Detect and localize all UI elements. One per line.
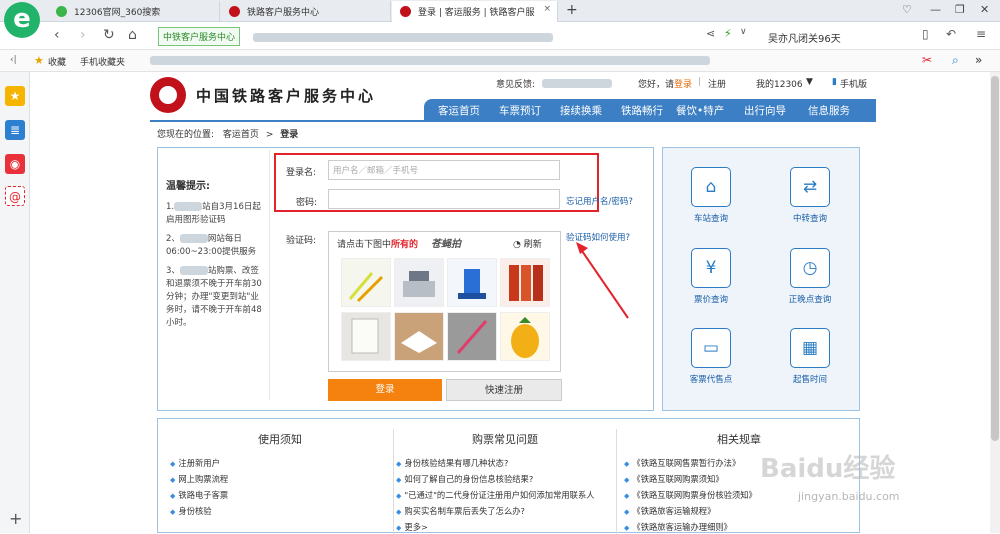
column-divider — [616, 429, 617, 534]
sale-time-icon: ▦ — [790, 328, 830, 368]
service-price[interactable]: ¥ 票价查询 — [676, 248, 746, 305]
rules-link[interactable]: 《铁路旅客运输办理细则》 — [624, 521, 854, 533]
notice-link[interactable]: 身份核验 — [170, 505, 390, 517]
faq-link[interactable]: "已通过"的二代身份证注册用户如何添加常用联系人 — [396, 489, 614, 501]
service-sale-time[interactable]: ▦ 起售时间 — [775, 328, 845, 385]
info-section: 使用须知 注册新用户 网上购票流程 铁路电子客票 身份核验 购票常见问题 身份核… — [157, 418, 860, 534]
service-transfer[interactable]: ⇄ 中转查询 — [775, 167, 845, 224]
price-icon: ¥ — [691, 248, 731, 288]
faq-more-link[interactable]: 更多> — [396, 521, 614, 533]
faq-link[interactable]: 身份核验结果有哪几种状态? — [396, 457, 614, 469]
browser-logo-icon[interactable]: e — [4, 2, 40, 38]
faq-link[interactable]: 购买实名制车票后丢失了怎么办? — [396, 505, 614, 517]
faq-link[interactable]: 如何了解自己的身份信息核验结果? — [396, 473, 614, 485]
faq-column: 购票常见问题 身份核验结果有哪几种状态? 如何了解自己的身份信息核验结果? "已… — [396, 419, 614, 534]
notice-title: 使用须知 — [258, 433, 302, 446]
service-punctuality[interactable]: ◷ 正晚点查询 — [775, 248, 845, 305]
service-agent[interactable]: ▭ 客票代售点 — [676, 328, 746, 385]
service-station[interactable]: ⌂ 车站查询 — [676, 167, 746, 224]
rules-link[interactable]: 《铁路旅客运输规程》 — [624, 505, 854, 517]
notice-link[interactable]: 注册新用户 — [170, 457, 390, 469]
baidu-watermark: Baidu经验 — [760, 454, 896, 484]
notice-link[interactable]: 网上购票流程 — [170, 473, 390, 485]
notice-link[interactable]: 铁路电子客票 — [170, 489, 390, 501]
clock-icon: ◷ — [790, 248, 830, 288]
column-divider — [393, 429, 394, 534]
rules-title: 相关规章 — [717, 433, 761, 446]
notice-column: 使用须知 注册新用户 网上购票流程 铁路电子客票 身份核验 — [170, 419, 390, 534]
station-icon: ⌂ — [691, 167, 731, 207]
ticket-agent-icon: ▭ — [691, 328, 731, 368]
baidu-watermark-url: jingyan.baidu.com — [798, 490, 900, 503]
faq-title: 购票常见问题 — [472, 433, 538, 446]
transfer-icon: ⇄ — [790, 167, 830, 207]
